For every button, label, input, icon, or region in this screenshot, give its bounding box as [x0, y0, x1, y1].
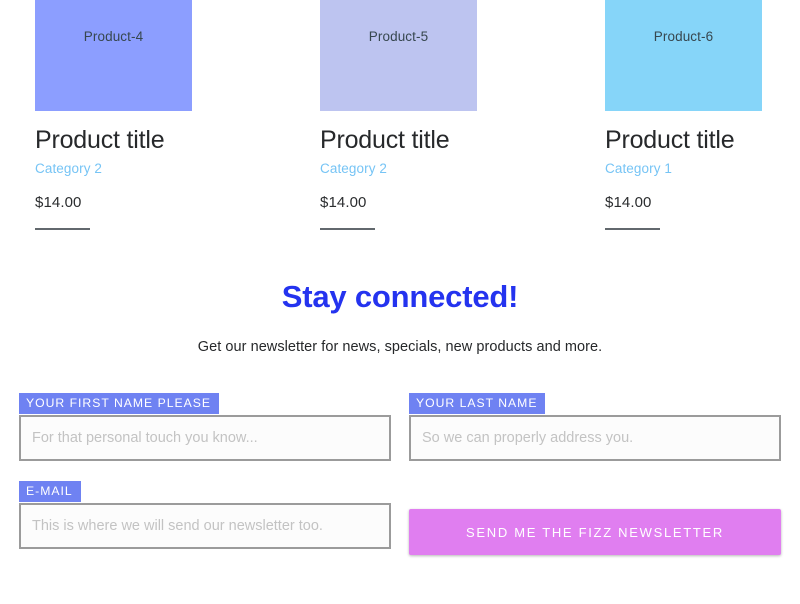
newsletter-heading: Stay connected!: [281, 279, 519, 314]
first-name-field-group: YOUR FIRST NAME PLEASE: [19, 393, 391, 461]
product-category[interactable]: Category 2: [320, 161, 570, 176]
product-image-label: Product-6: [653, 29, 714, 44]
product-category[interactable]: Category 1: [605, 161, 800, 176]
last-name-field-group: YOUR LAST NAME: [409, 393, 781, 461]
newsletter-section: Stay connected! Get our newsletter for n…: [0, 262, 800, 370]
send-newsletter-button[interactable]: Send me the fizz newsletter: [409, 509, 781, 555]
product-card[interactable]: Product-6 Product title Category 1 $14.0…: [570, 0, 800, 230]
product-image-label: Product-5: [368, 29, 429, 44]
product-image[interactable]: Product-6: [605, 0, 762, 111]
email-input[interactable]: [19, 503, 391, 549]
product-card[interactable]: Product-5 Product title Category 2 $14.0…: [285, 0, 570, 230]
product-divider: [320, 227, 375, 230]
product-image[interactable]: Product-4: [35, 0, 192, 111]
email-label: E-MAIL: [19, 481, 81, 502]
product-price: $14.00: [35, 193, 82, 211]
product-price: $14.00: [605, 193, 652, 211]
product-title: Product title: [35, 126, 165, 154]
product-grid: Product-4 Product title Category 2 $14.0…: [0, 0, 800, 230]
product-title: Product title: [605, 126, 735, 154]
product-image-label: Product-4: [83, 29, 144, 44]
product-title: Product title: [320, 126, 450, 154]
last-name-label: YOUR LAST NAME: [409, 393, 546, 414]
product-category[interactable]: Category 2: [35, 161, 285, 176]
newsletter-subheading: Get our newsletter for news, specials, n…: [197, 339, 603, 356]
product-divider: [35, 227, 90, 230]
last-name-input[interactable]: [409, 415, 781, 461]
product-card[interactable]: Product-4 Product title Category 2 $14.0…: [0, 0, 285, 230]
first-name-input[interactable]: [19, 415, 391, 461]
product-divider: [605, 227, 660, 230]
email-field-group: E-MAIL: [19, 481, 391, 549]
product-price: $14.00: [320, 193, 367, 211]
first-name-label: YOUR FIRST NAME PLEASE: [19, 393, 219, 414]
product-image[interactable]: Product-5: [320, 0, 477, 111]
